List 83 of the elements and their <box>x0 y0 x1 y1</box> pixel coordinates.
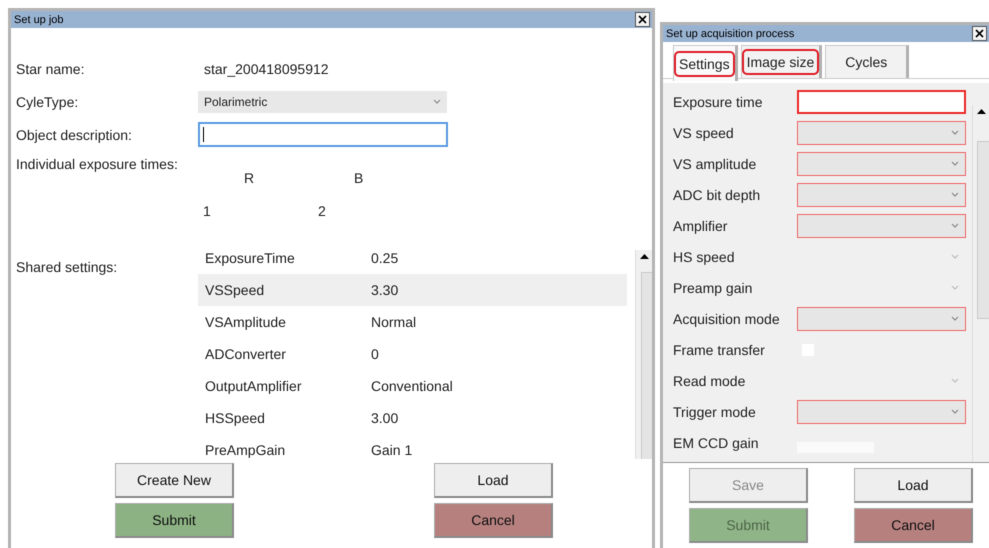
field-label: Trigger mode <box>673 404 757 420</box>
list-row[interactable]: VSAmplitude Normal <box>198 306 627 338</box>
setting-value: 0.25 <box>371 250 398 266</box>
dropdown[interactable] <box>797 120 966 144</box>
chevron-down-icon <box>951 223 959 228</box>
setting-value: Conventional <box>371 378 453 394</box>
field-label: EM CCD gain <box>673 434 760 450</box>
input-field[interactable] <box>198 122 448 147</box>
dropdown[interactable] <box>797 306 966 330</box>
chevron-down-icon <box>951 130 959 135</box>
list-row[interactable]: OutputAmplifier Conventional <box>198 370 627 402</box>
field-label: Exposure time <box>673 94 764 110</box>
field-label: Object description: <box>16 126 133 142</box>
tab[interactable]: Image size <box>740 45 822 78</box>
field-label: Shared settings: <box>16 258 118 277</box>
dropdown[interactable]: Polarimetric <box>198 90 447 112</box>
dropdown[interactable] <box>797 182 966 206</box>
field-label: Acquisition mode <box>673 310 781 326</box>
field-label: HS speed <box>673 248 736 264</box>
close-button[interactable] <box>635 12 650 27</box>
setting-name: HSSpeed <box>205 410 266 426</box>
up-arrow-icon <box>640 254 648 260</box>
action-button[interactable]: Load <box>434 463 553 498</box>
window-title: Set up acquisition process <box>666 28 794 40</box>
close-icon <box>975 29 984 38</box>
dropdown[interactable] <box>797 400 966 424</box>
dropdown-value: Polarimetric <box>204 94 268 108</box>
field-label: Read mode <box>673 372 746 388</box>
index-label: 1 <box>203 203 212 219</box>
tab[interactable]: Settings <box>673 45 738 81</box>
setting-name: VSAmplitude <box>205 314 287 330</box>
field-label: CyleType: <box>16 94 80 110</box>
field-label: Individual exposure times: <box>16 156 179 174</box>
field-label: VS speed <box>673 124 735 140</box>
setting-name: PreAmpGain <box>205 442 286 458</box>
chevron-down-icon <box>951 192 959 197</box>
setting-value: 0 <box>371 346 379 362</box>
dropdown[interactable] <box>797 152 966 176</box>
submit-button[interactable]: Submit <box>115 503 234 538</box>
list-row[interactable]: VSSpeed 3.30 <box>198 274 627 306</box>
setting-value: Gain 1 <box>371 442 412 458</box>
field-label: Amplifier <box>673 218 728 234</box>
setting-name: ExposureTime <box>205 250 296 266</box>
action-button[interactable]: Create New <box>115 463 234 498</box>
action-button[interactable]: Load <box>854 468 973 503</box>
setting-name: VSSpeed <box>205 282 266 298</box>
window-title: Set up job <box>14 14 64 26</box>
filter-label: R <box>244 170 254 188</box>
up-arrow-icon <box>976 109 986 115</box>
chevron-down-icon <box>951 285 959 290</box>
chevron-down-icon <box>951 161 959 166</box>
field-label: VS amplitude <box>673 156 758 172</box>
cancel-button[interactable]: Cancel <box>854 508 973 543</box>
tab[interactable]: Cycles <box>825 45 910 78</box>
chevron-down-icon <box>951 316 959 321</box>
input-field[interactable] <box>797 90 966 114</box>
field-label: Preamp gain <box>673 280 754 296</box>
field-label: ADC bit depth <box>673 186 762 202</box>
chevron-down-icon <box>433 99 441 104</box>
close-button[interactable] <box>972 26 987 41</box>
chevron-down-icon <box>951 378 959 383</box>
list-row[interactable]: PreAmpGain Gain 1 <box>198 434 627 459</box>
field-label: Frame transfer <box>673 342 766 358</box>
setting-name: ADConverter <box>205 346 287 362</box>
dropdown[interactable] <box>797 214 966 238</box>
cancel-button[interactable]: Cancel <box>434 503 553 538</box>
scrollbar-thumb[interactable] <box>976 141 989 319</box>
chevron-down-icon <box>951 409 959 414</box>
field-value: star_200418095912 <box>203 60 329 76</box>
list-row[interactable]: ADConverter 0 <box>198 338 627 370</box>
setting-value: 3.00 <box>371 410 398 426</box>
setting-value: 3.30 <box>371 282 398 298</box>
index-label: 2 <box>318 203 327 219</box>
list-row[interactable]: HSSpeed 3.00 <box>198 402 627 434</box>
filter-label: B <box>354 170 364 188</box>
scrollbar[interactable] <box>972 105 989 462</box>
setting-value: Normal <box>371 314 416 330</box>
list-row[interactable]: ExposureTime 0.25 <box>198 242 627 274</box>
field-label: Star name: <box>16 60 86 76</box>
close-icon <box>638 15 647 24</box>
setting-name: OutputAmplifier <box>205 378 302 394</box>
chevron-down-icon <box>951 254 959 259</box>
text-cursor <box>203 127 204 142</box>
